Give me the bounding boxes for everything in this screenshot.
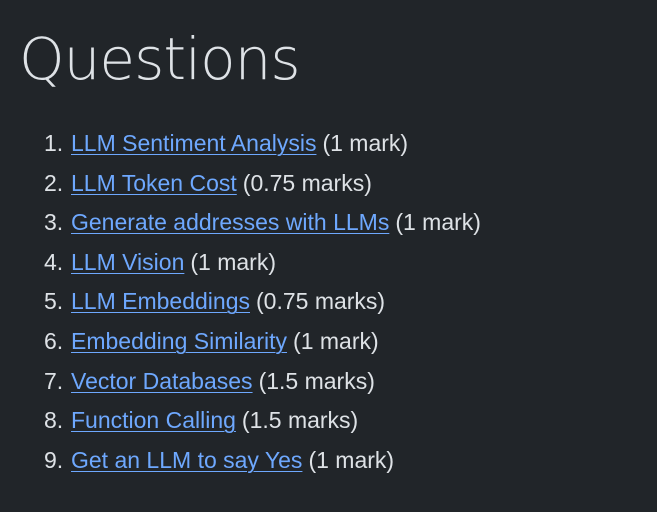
question-marks: (1 mark) <box>308 446 395 473</box>
question-marks: (1 mark) <box>395 209 481 236</box>
question-link-llm-embeddings[interactable]: LLM Embeddings <box>71 288 250 314</box>
question-number: 6. <box>44 327 64 354</box>
question-number: 4. <box>44 248 64 275</box>
question-marks: (1 mark) <box>322 130 409 156</box>
question-body: LLM Vision (1 mark) <box>71 243 276 283</box>
question-body: Generate addresses with LLMs (1 mark) <box>71 203 481 243</box>
question-number: 7. <box>44 367 64 394</box>
question-marks: (0.75 marks) <box>242 169 372 196</box>
question-number: 5. <box>44 288 64 315</box>
question-marks: (1.5 marks) <box>258 367 375 394</box>
question-marks: (1 mark) <box>190 248 276 275</box>
question-number: 9. <box>44 446 64 473</box>
question-body: LLM Token Cost (0.75 marks) <box>71 164 372 204</box>
question-link-embedding-similarity[interactable]: Embedding Similarity <box>71 328 287 354</box>
question-number: 8. <box>44 407 64 434</box>
question-link-llm-token-cost[interactable]: LLM Token Cost <box>71 170 237 196</box>
question-link-get-llm-to-say-yes[interactable]: Get an LLM to say Yes <box>71 447 302 473</box>
page-title: Questions <box>19 25 301 93</box>
question-link-llm-sentiment-analysis[interactable]: LLM Sentiment Analysis <box>71 130 316 156</box>
question-marks: (0.75 marks) <box>256 288 386 315</box>
question-body: Get an LLM to say Yes (1 mark) <box>71 441 394 481</box>
question-number: 1. <box>44 130 64 156</box>
question-number: 3. <box>44 209 64 236</box>
question-body: Vector Databases (1.5 marks) <box>71 362 375 402</box>
question-marks: (1.5 marks) <box>241 407 359 434</box>
question-link-vector-databases[interactable]: Vector Databases <box>71 368 253 394</box>
question-marks: (1 mark) <box>293 327 379 354</box>
question-body: LLM Embeddings (0.75 marks) <box>71 282 385 322</box>
question-body: LLM Sentiment Analysis (1 mark) <box>71 124 408 164</box>
question-body: Function Calling (1.5 marks) <box>71 401 358 441</box>
question-link-function-calling[interactable]: Function Calling <box>71 407 236 433</box>
question-body: Embedding Similarity (1 mark) <box>71 322 379 362</box>
question-link-llm-vision[interactable]: LLM Vision <box>71 249 184 275</box>
question-link-generate-addresses[interactable]: Generate addresses with LLMs <box>71 209 389 235</box>
question-number: 2. <box>44 169 64 196</box>
